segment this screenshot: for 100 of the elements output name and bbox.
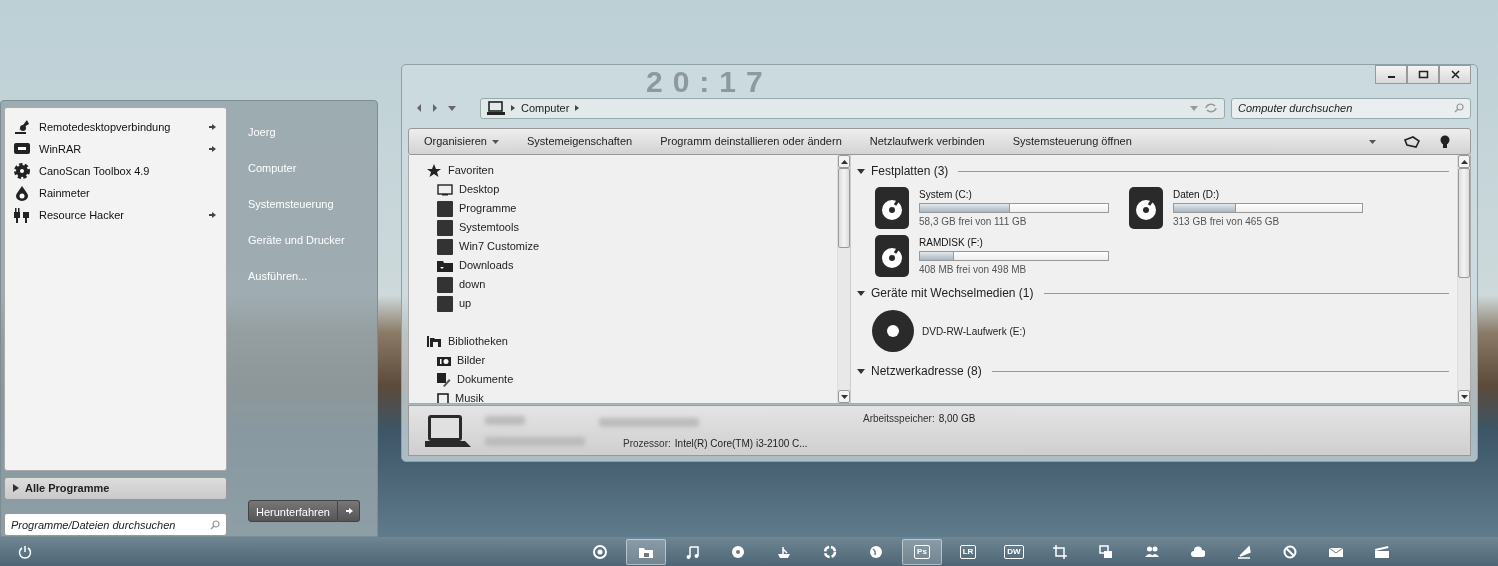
power-icon[interactable] <box>18 544 32 559</box>
section-heading: Festplatten (3) <box>871 163 949 180</box>
camera-icon <box>437 355 451 366</box>
program-search-field[interactable]: Programme/Dateien durchsuchen <box>11 514 210 535</box>
dark-square-icon <box>437 276 453 293</box>
blurred-text <box>485 415 525 425</box>
clapperboard-icon <box>1375 544 1389 559</box>
nav-item[interactable]: down <box>427 275 837 294</box>
search-icon <box>1454 103 1464 113</box>
nav-item[interactable]: up <box>427 294 837 313</box>
scroll-up-button[interactable] <box>838 155 850 168</box>
taskbar-button[interactable] <box>626 538 666 565</box>
shutdown-button[interactable]: Herunterfahren <box>248 500 338 522</box>
breadcrumb-link[interactable]: Computer <box>521 99 570 117</box>
collapse-arrow-icon[interactable] <box>857 168 865 174</box>
program-item[interactable]: Rainmeter <box>5 182 226 204</box>
taskbar-button[interactable]: DW <box>994 538 1034 565</box>
scrollbar[interactable] <box>837 155 850 403</box>
shutdown-options-button[interactable] <box>338 500 360 522</box>
back-icon[interactable] <box>416 104 422 112</box>
collapse-arrow-icon[interactable] <box>857 368 865 374</box>
hard-drive-icon <box>875 187 909 229</box>
light-bulb-icon[interactable] <box>1440 134 1450 149</box>
toolbar-button[interactable]: Systemeigenschaften <box>518 130 642 153</box>
star-icon <box>427 164 441 177</box>
nav-item[interactable]: Win7 Customize <box>427 237 837 256</box>
forward-icon[interactable] <box>432 104 438 112</box>
dark-square-icon <box>437 200 453 217</box>
circular-arrows-icon <box>823 544 837 559</box>
close-button[interactable] <box>1439 65 1471 84</box>
dark-square-icon <box>437 219 453 236</box>
chevron-icon <box>575 105 580 111</box>
scroll-down-button[interactable] <box>1458 390 1470 403</box>
maximize-button[interactable] <box>1407 65 1439 84</box>
overlapping-squares-icon <box>1099 544 1113 559</box>
drop-icon <box>13 184 31 202</box>
clock-widget-text: 20:17 <box>646 67 773 97</box>
program-search-box[interactable]: Programme/Dateien durchsuchen <box>4 513 227 536</box>
program-item[interactable]: WinRAR <box>5 138 226 160</box>
disc-icon <box>731 544 745 559</box>
dark-square-icon <box>437 295 453 312</box>
toolbar-button[interactable]: Netzlaufwerk verbinden <box>860 130 994 153</box>
laptop-icon <box>487 101 505 115</box>
detail-value: Intel(R) Core(TM) i3-2100 C... <box>674 436 808 451</box>
caret-icon <box>492 139 499 144</box>
explorer-search-box[interactable]: Computer durchsuchen <box>1231 97 1471 119</box>
nav-item[interactable]: Systemtools <box>427 218 837 237</box>
dark-square-icon <box>437 238 453 255</box>
monitor-icon <box>437 183 453 196</box>
search-icon <box>210 519 220 530</box>
scroll-thumb[interactable] <box>838 168 850 248</box>
boat-icon <box>777 544 791 559</box>
hard-drive-icon <box>1129 187 1163 229</box>
scroll-down-button[interactable] <box>838 390 850 403</box>
plug-icon <box>13 206 31 224</box>
dropdown-icon[interactable] <box>448 105 456 111</box>
collapse-arrow-icon[interactable] <box>857 290 865 296</box>
close-icon <box>1449 70 1461 79</box>
program-item[interactable]: Resource Hacker <box>5 204 226 226</box>
toolbar-button[interactable]: Programm deinstallieren oder ändern <box>651 130 851 153</box>
nav-item[interactable]: Musik <box>427 389 837 403</box>
scroll-up-button[interactable] <box>1458 155 1470 168</box>
submenu-arrow-icon <box>208 145 216 153</box>
maximize-icon <box>1417 70 1429 79</box>
nav-item[interactable]: Bilder <box>427 351 837 370</box>
music-note-icon <box>685 544 699 559</box>
crop-icon <box>1053 544 1067 559</box>
taskbar-button[interactable]: LR <box>948 538 988 565</box>
drive-item[interactable]: RAMDISK (F:) 408 MB frei von 498 MB <box>875 235 1129 277</box>
scroll-thumb[interactable] <box>1458 168 1470 278</box>
music-file-icon <box>437 392 449 403</box>
cloud-icon <box>1191 544 1205 559</box>
submenu-arrow-icon <box>208 123 216 131</box>
library-icon <box>427 335 441 348</box>
nav-item[interactable]: Programme <box>427 199 837 218</box>
drive-item[interactable]: Daten (D:) 313 GB frei von 465 GB <box>1129 187 1383 229</box>
all-programs-button[interactable]: Alle Programme <box>4 476 227 500</box>
section-heading: Netzwerkadresse (8) <box>871 363 982 380</box>
submenu-arrow-icon <box>208 211 216 219</box>
program-item[interactable]: CanoScan Toolbox 4.9 <box>5 160 226 182</box>
address-bar[interactable]: Computer <box>480 97 1225 119</box>
drive-item[interactable]: DVD-RW-Laufwerk (E:) <box>871 309 1026 353</box>
explorer-search-field[interactable]: Computer durchsuchen <box>1238 98 1454 118</box>
nav-item[interactable]: Desktop <box>427 180 837 199</box>
toolbar-button[interactable]: Systemsteuerung öffnen <box>1003 130 1141 153</box>
toolbar-button[interactable]: Organisieren <box>415 130 508 153</box>
dropdown-icon[interactable] <box>1369 139 1376 144</box>
nav-group-link[interactable]: Bibliotheken <box>427 332 837 351</box>
nav-group-link[interactable]: Favoriten <box>427 161 837 180</box>
drive-item[interactable]: System (C:) 58,3 GB frei von 111 GB <box>875 187 1129 229</box>
minimize-button[interactable] <box>1375 65 1407 84</box>
nav-item[interactable]: Dokumente <box>427 370 837 389</box>
chevron-icon <box>511 105 515 111</box>
program-item[interactable]: Remotedesktopverbindung <box>5 116 226 138</box>
gear-icon <box>13 162 31 180</box>
disc-icon <box>871 309 915 353</box>
nav-item[interactable]: Downloads <box>427 256 837 275</box>
people-icon <box>1145 544 1159 559</box>
scrollbar[interactable] <box>1457 155 1470 403</box>
document-pen-icon <box>437 372 451 387</box>
